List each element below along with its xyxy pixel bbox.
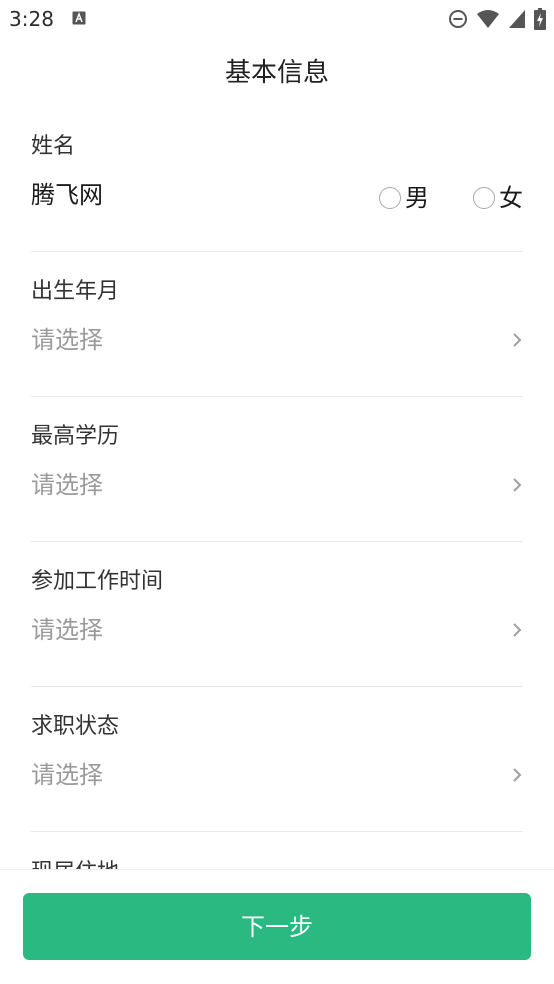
- work-start-label: 参加工作时间: [31, 569, 164, 594]
- dnd-icon: [449, 10, 467, 28]
- status-icons: [448, 8, 546, 30]
- education-select[interactable]: 请选择: [31, 468, 103, 502]
- chevron-right-icon: [513, 333, 522, 347]
- cellular-icon: [509, 10, 525, 28]
- gender-label-female: 女: [499, 184, 523, 212]
- next-step-button[interactable]: 下一步: [23, 893, 531, 960]
- chevron-right-icon: [513, 768, 522, 782]
- basic-info-form: 姓名 腾飞网 男 女 出生年月 请选择 最高学历 请选择 参加工作时间 请选择 …: [31, 118, 523, 843]
- work-start-select[interactable]: 请选择: [31, 613, 103, 647]
- app-screen: 3:28 基本信息 姓名 腾飞网 男 女 出生年月 请选择 最高学历 请选择 参…: [0, 0, 554, 984]
- gender-radio-group: 男 女: [379, 182, 523, 214]
- work-start-field[interactable]: 参加工作时间 请选择: [31, 553, 523, 687]
- name-input[interactable]: 腾飞网: [31, 178, 103, 212]
- job-status-field[interactable]: 求职状态 请选择: [31, 698, 523, 832]
- status-bar: 3:28: [0, 0, 554, 38]
- page-title: 基本信息: [224, 58, 329, 88]
- gender-option-male[interactable]: 男: [379, 182, 429, 214]
- education-field[interactable]: 最高学历 请选择: [31, 408, 523, 542]
- chevron-right-icon: [513, 478, 522, 492]
- chevron-right-icon: [513, 623, 522, 637]
- job-status-select[interactable]: 请选择: [31, 758, 103, 792]
- notification-a-icon: [72, 11, 86, 25]
- birth-date-select[interactable]: 请选择: [31, 323, 103, 357]
- name-label: 姓名: [31, 134, 76, 159]
- bottom-bar: 下一步: [0, 869, 554, 984]
- name-field: 姓名 腾飞网 男 女: [31, 118, 523, 252]
- birth-date-label: 出生年月: [31, 279, 120, 304]
- battery-charging-icon: [534, 8, 546, 30]
- gender-option-female[interactable]: 女: [473, 182, 523, 214]
- birth-date-field[interactable]: 出生年月 请选择: [31, 263, 523, 397]
- education-label: 最高学历: [31, 424, 120, 449]
- wifi-icon: [477, 10, 499, 28]
- radio-male[interactable]: [379, 187, 401, 209]
- status-time: 3:28: [9, 7, 54, 31]
- job-status-label: 求职状态: [31, 714, 120, 739]
- radio-female[interactable]: [473, 187, 495, 209]
- gender-label-male: 男: [405, 184, 429, 212]
